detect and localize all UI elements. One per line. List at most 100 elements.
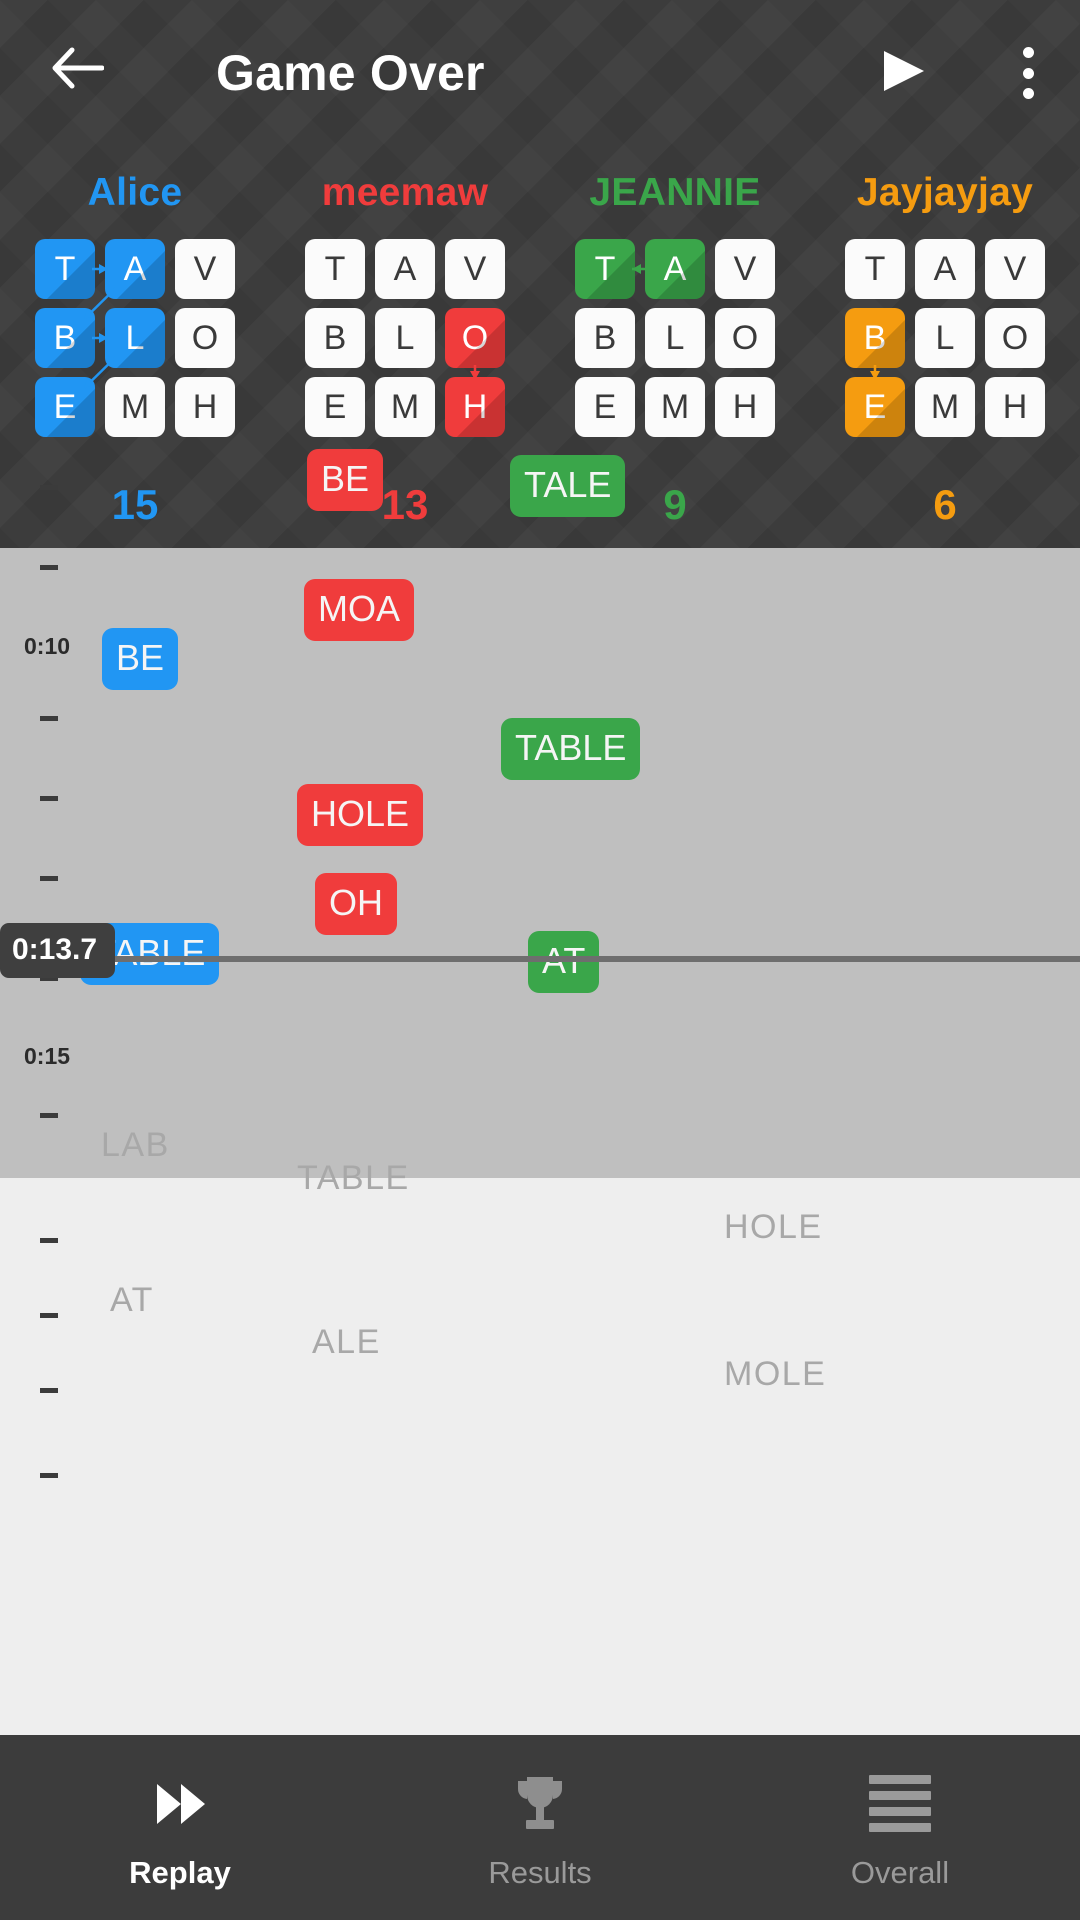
upcoming-word: HOLE (724, 1208, 823, 1246)
player-name: JEANNIE (589, 171, 761, 214)
letter-tile[interactable]: A (915, 239, 975, 299)
player-column: Jayjayjay T A V B L O E M H (810, 168, 1080, 437)
more-options-button[interactable] (1006, 44, 1050, 102)
letter-tile[interactable]: M (915, 377, 975, 437)
word-chip[interactable]: HOLE (297, 784, 424, 846)
timeline-tick-label: 0:15 (24, 1043, 71, 1069)
letter-tile[interactable]: H (175, 377, 235, 437)
timeline-tick (40, 1388, 58, 1393)
player-name: Jayjayjay (856, 171, 1034, 214)
letter-tile[interactable]: O (715, 308, 775, 368)
letter-tile[interactable]: L (375, 308, 435, 368)
list-icon-bar (869, 1807, 931, 1816)
arrow-left-icon (52, 47, 105, 94)
letter-grid: TAV BLO EMH (575, 239, 775, 437)
letter-tile[interactable]: B (845, 308, 905, 368)
word-chip[interactable]: TABLE (501, 718, 641, 780)
timeline-future-region (0, 1178, 1080, 1735)
letter-tile[interactable]: M (105, 377, 165, 437)
letter-tile[interactable]: B (575, 308, 635, 368)
word-chip[interactable]: MOA (304, 579, 415, 641)
nav-item-label: Replay (129, 1854, 231, 1890)
word-chip[interactable]: TALE (510, 455, 626, 517)
timeline-tick (40, 716, 58, 721)
play-icon (876, 51, 928, 98)
timeline-tick (40, 1113, 58, 1118)
letter-tile[interactable]: E (575, 377, 635, 437)
timeline-tick (40, 1473, 58, 1478)
timeline-tick (40, 1238, 58, 1243)
letter-tile[interactable]: M (375, 377, 435, 437)
timeline-tick (40, 565, 58, 570)
back-button[interactable] (46, 42, 110, 98)
letter-tile[interactable]: E (305, 377, 365, 437)
letter-tile[interactable]: T (845, 239, 905, 299)
letter-tile[interactable]: H (985, 377, 1045, 437)
player-column: JEANNIE T A V B L O E M H (540, 168, 810, 437)
letter-tile[interactable]: L (915, 308, 975, 368)
trophy-icon (511, 1765, 569, 1843)
letter-tile[interactable]: V (985, 239, 1045, 299)
letter-tile[interactable]: H (445, 377, 505, 437)
upcoming-word: LAB (101, 1126, 170, 1164)
letter-tile[interactable]: T (305, 239, 365, 299)
timeline-tick (40, 1313, 58, 1318)
nav-item-results[interactable]: Results (360, 1735, 720, 1920)
letter-tile[interactable]: V (715, 239, 775, 299)
playhead-time-label: 0:13.7 (0, 923, 116, 978)
letter-tile[interactable]: V (175, 239, 235, 299)
game-over-screen: Game Over Alice T A V B L O E M Hmeemaw T A V B L O E M H J… (0, 0, 1080, 1920)
bottom-navigation: Replay Results Overall (0, 1735, 1080, 1920)
letter-tile[interactable]: L (105, 308, 165, 368)
letter-grid: TAV BLO EMH (305, 239, 505, 437)
replay-timeline[interactable]: 0:10 0:15 BE TALE MOA BE TABLE HOLE OH TABLE AT L… (0, 449, 1080, 1735)
nav-item-overall[interactable]: Overall (720, 1735, 1080, 1920)
letter-tile[interactable]: A (645, 239, 705, 299)
word-chip[interactable]: OH (315, 873, 397, 935)
letter-tile[interactable]: V (445, 239, 505, 299)
word-chip[interactable]: BE (102, 628, 179, 690)
letter-tile[interactable]: L (645, 308, 705, 368)
upcoming-word: AT (110, 1281, 154, 1319)
timeline-tick (40, 796, 58, 801)
player-column: meemaw T A V B L O E M H (270, 168, 540, 437)
letter-tile[interactable]: T (575, 239, 635, 299)
nav-item-label: Overall (850, 1854, 950, 1890)
letter-grid: TAV BLO EMH (35, 239, 235, 437)
page-title: Game Over (216, 45, 485, 101)
letter-tile[interactable]: M (645, 377, 705, 437)
upcoming-word: TABLE (297, 1159, 410, 1197)
word-chip[interactable]: AT (528, 931, 600, 993)
nav-item-replay[interactable]: Replay (0, 1735, 360, 1920)
fast-forward-icon (149, 1765, 211, 1843)
list-icon (869, 1765, 931, 1843)
more-vertical-icon (1022, 47, 1034, 58)
letter-tile[interactable]: E (35, 377, 95, 437)
upcoming-word: ALE (312, 1323, 381, 1361)
players-row: Alice T A V B L O E M Hmeemaw T A V B L O E M H JEANNIE T A V B… (0, 168, 1080, 437)
letter-tile[interactable]: O (175, 308, 235, 368)
player-name: Alice (87, 171, 183, 214)
list-icon-bar (869, 1775, 931, 1784)
list-icon-bar (869, 1791, 931, 1800)
letter-tile[interactable]: A (375, 239, 435, 299)
letter-tile[interactable]: E (845, 377, 905, 437)
player-column: Alice T A V B L O E M H (0, 168, 270, 437)
letter-tile[interactable]: O (985, 308, 1045, 368)
app-bar: Game Over (0, 0, 1080, 140)
player-name: meemaw (321, 171, 489, 214)
letter-tile[interactable]: T (35, 239, 95, 299)
letter-tile[interactable]: H (715, 377, 775, 437)
letter-tile[interactable]: A (105, 239, 165, 299)
letter-tile[interactable]: O (445, 308, 505, 368)
upcoming-word: MOLE (724, 1355, 827, 1393)
nav-item-label: Results (488, 1854, 592, 1890)
playhead-line[interactable] (0, 956, 1080, 962)
player-score: 6 (933, 481, 957, 528)
timeline-tick (40, 485, 58, 490)
word-chip[interactable]: BE (307, 449, 384, 511)
letter-tile[interactable]: B (35, 308, 95, 368)
letter-grid: TAV BLO EMH (845, 239, 1045, 437)
letter-tile[interactable]: B (305, 308, 365, 368)
play-button[interactable] (876, 48, 928, 94)
